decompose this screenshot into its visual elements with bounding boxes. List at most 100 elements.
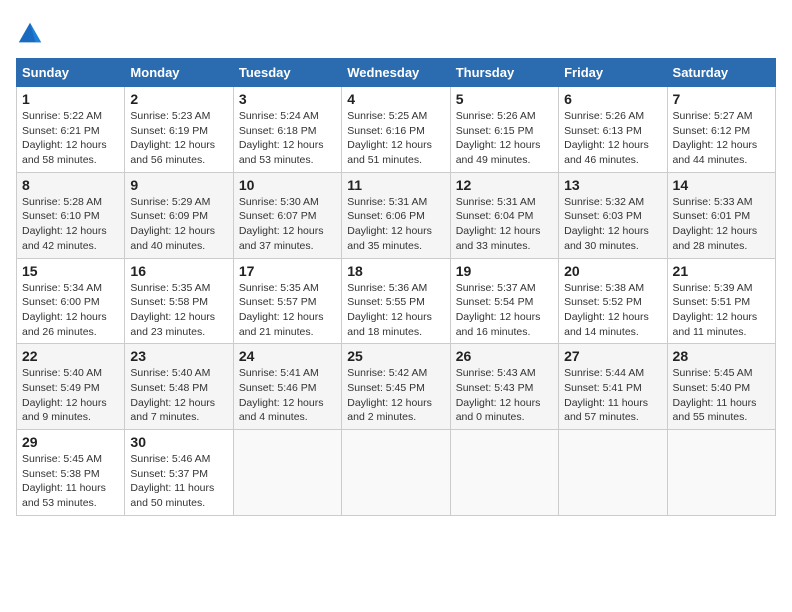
day-detail: Sunrise: 5:35 AM Sunset: 5:58 PM Dayligh… bbox=[130, 282, 215, 338]
day-detail: Sunrise: 5:22 AM Sunset: 6:21 PM Dayligh… bbox=[22, 110, 107, 166]
calendar-day-cell: 8 Sunrise: 5:28 AM Sunset: 6:10 PM Dayli… bbox=[17, 172, 125, 258]
calendar-week-row: 15 Sunrise: 5:34 AM Sunset: 6:00 PM Dayl… bbox=[17, 258, 776, 344]
calendar-day-cell: 7 Sunrise: 5:27 AM Sunset: 6:12 PM Dayli… bbox=[667, 87, 775, 173]
weekday-header-row: SundayMondayTuesdayWednesdayThursdayFrid… bbox=[17, 59, 776, 87]
day-number: 19 bbox=[456, 263, 553, 279]
calendar-day-cell: 13 Sunrise: 5:32 AM Sunset: 6:03 PM Dayl… bbox=[559, 172, 667, 258]
day-number: 11 bbox=[347, 177, 444, 193]
weekday-header: Sunday bbox=[17, 59, 125, 87]
day-number: 23 bbox=[130, 348, 227, 364]
day-detail: Sunrise: 5:35 AM Sunset: 5:57 PM Dayligh… bbox=[239, 282, 324, 338]
calendar-day-cell: 22 Sunrise: 5:40 AM Sunset: 5:49 PM Dayl… bbox=[17, 344, 125, 430]
calendar-day-cell: 30 Sunrise: 5:46 AM Sunset: 5:37 PM Dayl… bbox=[125, 430, 233, 516]
calendar-day-cell: 26 Sunrise: 5:43 AM Sunset: 5:43 PM Dayl… bbox=[450, 344, 558, 430]
calendar-day-cell: 24 Sunrise: 5:41 AM Sunset: 5:46 PM Dayl… bbox=[233, 344, 341, 430]
calendar-day-cell bbox=[450, 430, 558, 516]
day-detail: Sunrise: 5:34 AM Sunset: 6:00 PM Dayligh… bbox=[22, 282, 107, 338]
weekday-header: Friday bbox=[559, 59, 667, 87]
day-number: 7 bbox=[673, 91, 770, 107]
day-detail: Sunrise: 5:28 AM Sunset: 6:10 PM Dayligh… bbox=[22, 196, 107, 252]
day-number: 5 bbox=[456, 91, 553, 107]
day-detail: Sunrise: 5:43 AM Sunset: 5:43 PM Dayligh… bbox=[456, 367, 541, 423]
calendar-day-cell: 12 Sunrise: 5:31 AM Sunset: 6:04 PM Dayl… bbox=[450, 172, 558, 258]
day-detail: Sunrise: 5:32 AM Sunset: 6:03 PM Dayligh… bbox=[564, 196, 649, 252]
calendar-day-cell: 9 Sunrise: 5:29 AM Sunset: 6:09 PM Dayli… bbox=[125, 172, 233, 258]
day-number: 3 bbox=[239, 91, 336, 107]
calendar-day-cell: 3 Sunrise: 5:24 AM Sunset: 6:18 PM Dayli… bbox=[233, 87, 341, 173]
day-number: 22 bbox=[22, 348, 119, 364]
day-number: 25 bbox=[347, 348, 444, 364]
calendar-table: SundayMondayTuesdayWednesdayThursdayFrid… bbox=[16, 58, 776, 516]
day-detail: Sunrise: 5:45 AM Sunset: 5:38 PM Dayligh… bbox=[22, 453, 106, 509]
calendar-day-cell: 16 Sunrise: 5:35 AM Sunset: 5:58 PM Dayl… bbox=[125, 258, 233, 344]
day-number: 8 bbox=[22, 177, 119, 193]
day-number: 13 bbox=[564, 177, 661, 193]
calendar-day-cell: 27 Sunrise: 5:44 AM Sunset: 5:41 PM Dayl… bbox=[559, 344, 667, 430]
day-number: 20 bbox=[564, 263, 661, 279]
day-number: 26 bbox=[456, 348, 553, 364]
calendar-day-cell: 6 Sunrise: 5:26 AM Sunset: 6:13 PM Dayli… bbox=[559, 87, 667, 173]
day-number: 16 bbox=[130, 263, 227, 279]
day-detail: Sunrise: 5:31 AM Sunset: 6:06 PM Dayligh… bbox=[347, 196, 432, 252]
day-number: 2 bbox=[130, 91, 227, 107]
day-number: 4 bbox=[347, 91, 444, 107]
weekday-header: Wednesday bbox=[342, 59, 450, 87]
calendar-day-cell: 23 Sunrise: 5:40 AM Sunset: 5:48 PM Dayl… bbox=[125, 344, 233, 430]
day-number: 18 bbox=[347, 263, 444, 279]
calendar-day-cell: 14 Sunrise: 5:33 AM Sunset: 6:01 PM Dayl… bbox=[667, 172, 775, 258]
day-detail: Sunrise: 5:25 AM Sunset: 6:16 PM Dayligh… bbox=[347, 110, 432, 166]
day-number: 28 bbox=[673, 348, 770, 364]
day-detail: Sunrise: 5:30 AM Sunset: 6:07 PM Dayligh… bbox=[239, 196, 324, 252]
day-detail: Sunrise: 5:24 AM Sunset: 6:18 PM Dayligh… bbox=[239, 110, 324, 166]
day-detail: Sunrise: 5:38 AM Sunset: 5:52 PM Dayligh… bbox=[564, 282, 649, 338]
day-detail: Sunrise: 5:23 AM Sunset: 6:19 PM Dayligh… bbox=[130, 110, 215, 166]
weekday-header: Tuesday bbox=[233, 59, 341, 87]
day-detail: Sunrise: 5:45 AM Sunset: 5:40 PM Dayligh… bbox=[673, 367, 757, 423]
calendar-day-cell: 5 Sunrise: 5:26 AM Sunset: 6:15 PM Dayli… bbox=[450, 87, 558, 173]
calendar-day-cell: 11 Sunrise: 5:31 AM Sunset: 6:06 PM Dayl… bbox=[342, 172, 450, 258]
calendar-week-row: 22 Sunrise: 5:40 AM Sunset: 5:49 PM Dayl… bbox=[17, 344, 776, 430]
weekday-header: Thursday bbox=[450, 59, 558, 87]
day-detail: Sunrise: 5:41 AM Sunset: 5:46 PM Dayligh… bbox=[239, 367, 324, 423]
calendar-day-cell: 28 Sunrise: 5:45 AM Sunset: 5:40 PM Dayl… bbox=[667, 344, 775, 430]
day-detail: Sunrise: 5:31 AM Sunset: 6:04 PM Dayligh… bbox=[456, 196, 541, 252]
calendar-day-cell bbox=[233, 430, 341, 516]
calendar-week-row: 1 Sunrise: 5:22 AM Sunset: 6:21 PM Dayli… bbox=[17, 87, 776, 173]
day-detail: Sunrise: 5:37 AM Sunset: 5:54 PM Dayligh… bbox=[456, 282, 541, 338]
calendar-day-cell: 15 Sunrise: 5:34 AM Sunset: 6:00 PM Dayl… bbox=[17, 258, 125, 344]
calendar-day-cell: 21 Sunrise: 5:39 AM Sunset: 5:51 PM Dayl… bbox=[667, 258, 775, 344]
day-number: 21 bbox=[673, 263, 770, 279]
day-detail: Sunrise: 5:26 AM Sunset: 6:13 PM Dayligh… bbox=[564, 110, 649, 166]
calendar-week-row: 29 Sunrise: 5:45 AM Sunset: 5:38 PM Dayl… bbox=[17, 430, 776, 516]
day-number: 17 bbox=[239, 263, 336, 279]
day-number: 9 bbox=[130, 177, 227, 193]
day-detail: Sunrise: 5:33 AM Sunset: 6:01 PM Dayligh… bbox=[673, 196, 758, 252]
day-detail: Sunrise: 5:29 AM Sunset: 6:09 PM Dayligh… bbox=[130, 196, 215, 252]
day-detail: Sunrise: 5:44 AM Sunset: 5:41 PM Dayligh… bbox=[564, 367, 648, 423]
calendar-day-cell: 18 Sunrise: 5:36 AM Sunset: 5:55 PM Dayl… bbox=[342, 258, 450, 344]
page-header bbox=[16, 16, 776, 48]
logo bbox=[16, 20, 48, 48]
calendar-day-cell bbox=[667, 430, 775, 516]
day-number: 6 bbox=[564, 91, 661, 107]
day-number: 1 bbox=[22, 91, 119, 107]
day-number: 10 bbox=[239, 177, 336, 193]
day-detail: Sunrise: 5:46 AM Sunset: 5:37 PM Dayligh… bbox=[130, 453, 214, 509]
calendar-day-cell bbox=[342, 430, 450, 516]
day-number: 27 bbox=[564, 348, 661, 364]
calendar-day-cell: 17 Sunrise: 5:35 AM Sunset: 5:57 PM Dayl… bbox=[233, 258, 341, 344]
calendar-day-cell: 2 Sunrise: 5:23 AM Sunset: 6:19 PM Dayli… bbox=[125, 87, 233, 173]
logo-icon bbox=[16, 20, 44, 48]
calendar-day-cell: 10 Sunrise: 5:30 AM Sunset: 6:07 PM Dayl… bbox=[233, 172, 341, 258]
weekday-header: Monday bbox=[125, 59, 233, 87]
calendar-day-cell: 4 Sunrise: 5:25 AM Sunset: 6:16 PM Dayli… bbox=[342, 87, 450, 173]
calendar-day-cell: 1 Sunrise: 5:22 AM Sunset: 6:21 PM Dayli… bbox=[17, 87, 125, 173]
day-detail: Sunrise: 5:40 AM Sunset: 5:49 PM Dayligh… bbox=[22, 367, 107, 423]
day-number: 14 bbox=[673, 177, 770, 193]
calendar-day-cell bbox=[559, 430, 667, 516]
calendar-week-row: 8 Sunrise: 5:28 AM Sunset: 6:10 PM Dayli… bbox=[17, 172, 776, 258]
day-detail: Sunrise: 5:40 AM Sunset: 5:48 PM Dayligh… bbox=[130, 367, 215, 423]
calendar-day-cell: 19 Sunrise: 5:37 AM Sunset: 5:54 PM Dayl… bbox=[450, 258, 558, 344]
day-detail: Sunrise: 5:26 AM Sunset: 6:15 PM Dayligh… bbox=[456, 110, 541, 166]
day-detail: Sunrise: 5:42 AM Sunset: 5:45 PM Dayligh… bbox=[347, 367, 432, 423]
